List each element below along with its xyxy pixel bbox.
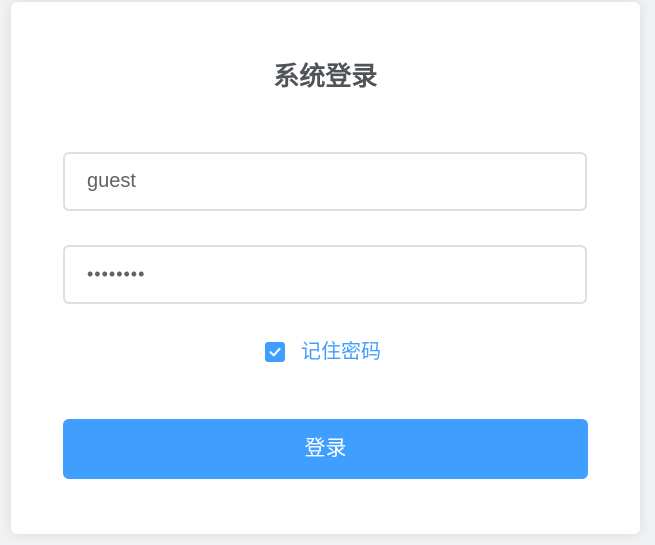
username-field[interactable] bbox=[63, 152, 587, 211]
check-icon bbox=[269, 347, 281, 357]
password-field[interactable] bbox=[63, 245, 587, 304]
password-input[interactable] bbox=[65, 247, 585, 302]
login-card: 系统登录 记住密码 登录 bbox=[11, 2, 640, 534]
remember-checkbox[interactable] bbox=[265, 342, 285, 362]
page-title: 系统登录 bbox=[273, 61, 378, 91]
remember-label: 记住密码 bbox=[301, 341, 381, 363]
login-button[interactable]: 登录 bbox=[63, 419, 588, 479]
username-input[interactable] bbox=[65, 154, 585, 209]
remember-password[interactable]: 记住密码 bbox=[265, 340, 381, 364]
